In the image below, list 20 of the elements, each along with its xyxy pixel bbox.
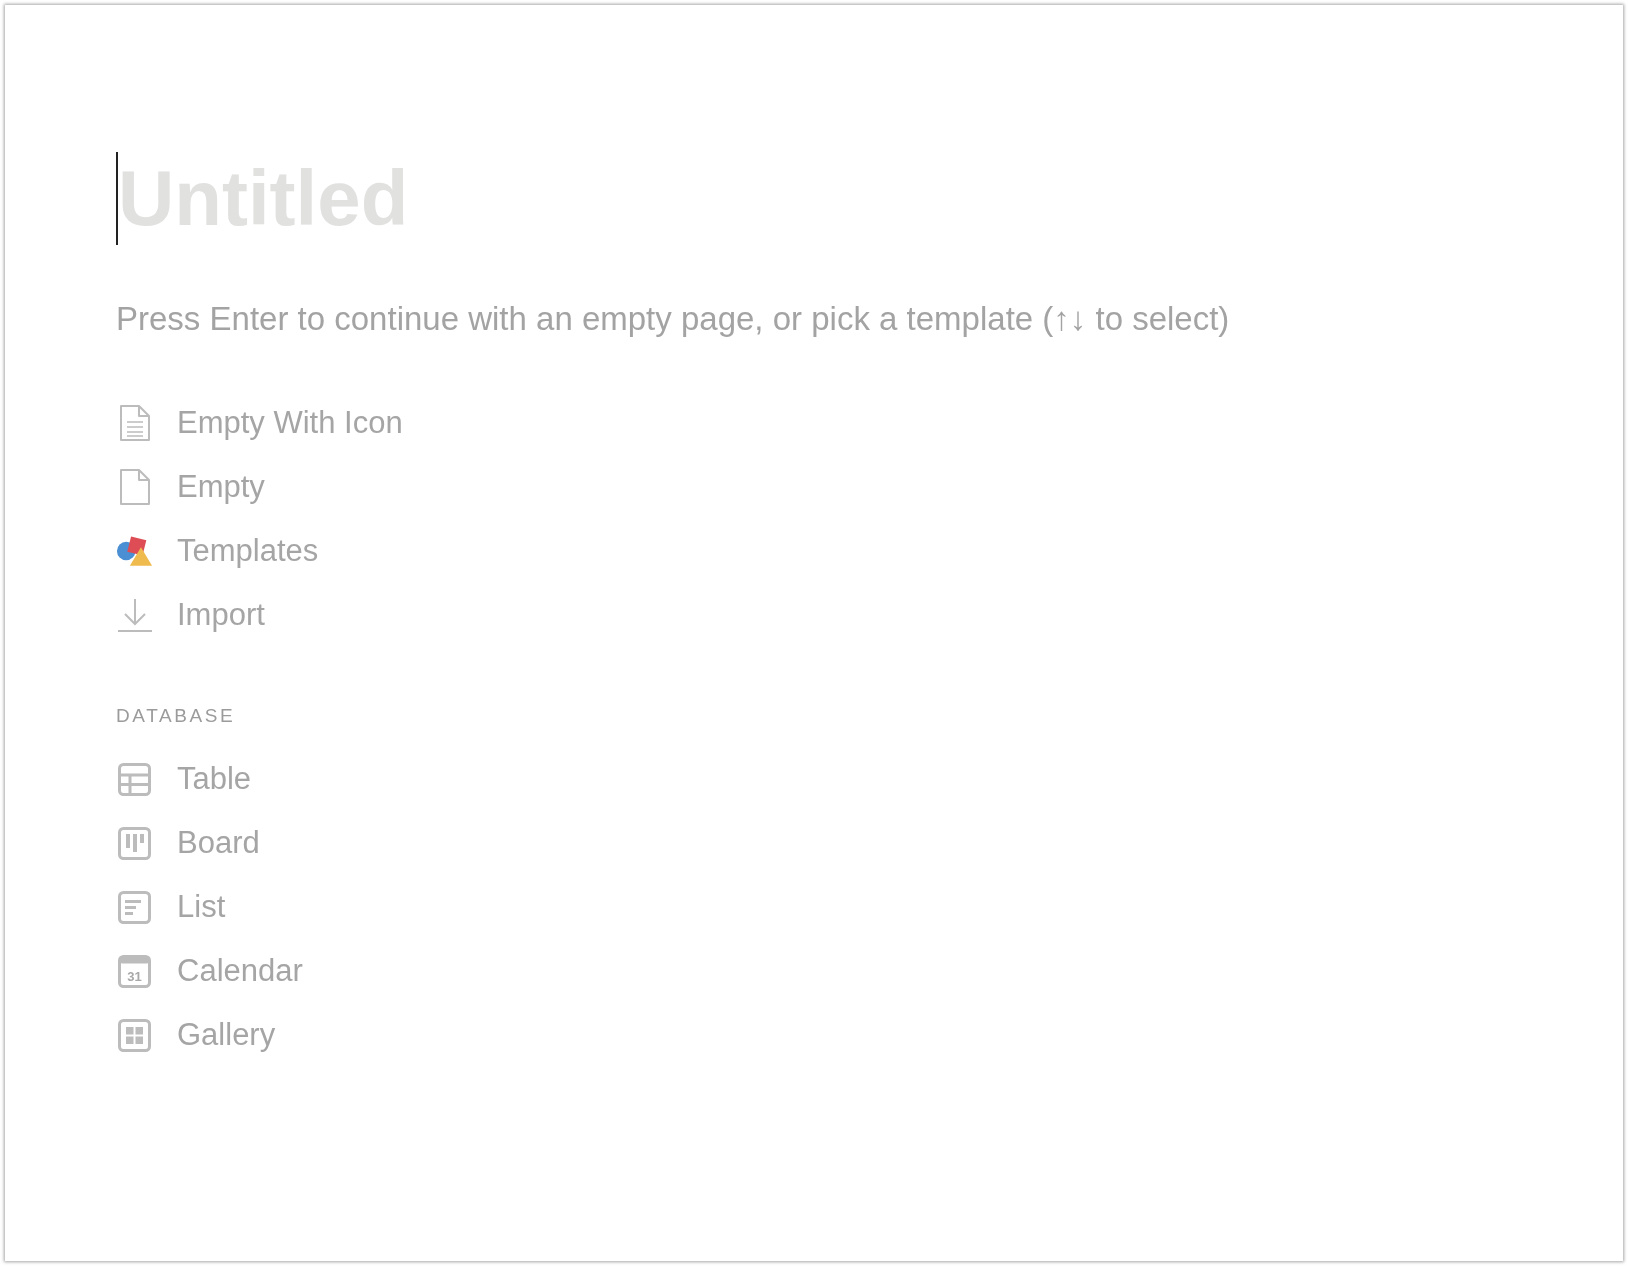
blank-page-icon	[119, 469, 150, 505]
database-option[interactable]: Gallery	[116, 1003, 282, 1067]
database-option[interactable]: Board	[116, 811, 266, 875]
list-icon	[118, 890, 151, 924]
database-option[interactable]: 31 Calendar	[116, 939, 309, 1003]
document-icon	[119, 405, 150, 441]
shapes-icon	[116, 534, 153, 568]
download-icon	[116, 597, 153, 633]
section-heading: DATABASE	[116, 704, 236, 728]
calendar-icon: 31	[118, 954, 151, 988]
database-option[interactable]: List	[116, 875, 232, 939]
database-option[interactable]: Table	[116, 747, 258, 811]
gallery-icon	[118, 1018, 151, 1052]
table-icon	[118, 762, 151, 796]
instruction-text: Press Enter to continue with an empty page, or pick a template (↑↓ to select)	[116, 300, 1230, 338]
template-option[interactable]: Import	[116, 583, 271, 647]
template-option[interactable]: Empty With Icon	[116, 391, 409, 455]
board-icon	[118, 826, 151, 860]
template-option[interactable]: Templates	[116, 519, 325, 583]
template-option[interactable]: Empty	[116, 455, 271, 519]
